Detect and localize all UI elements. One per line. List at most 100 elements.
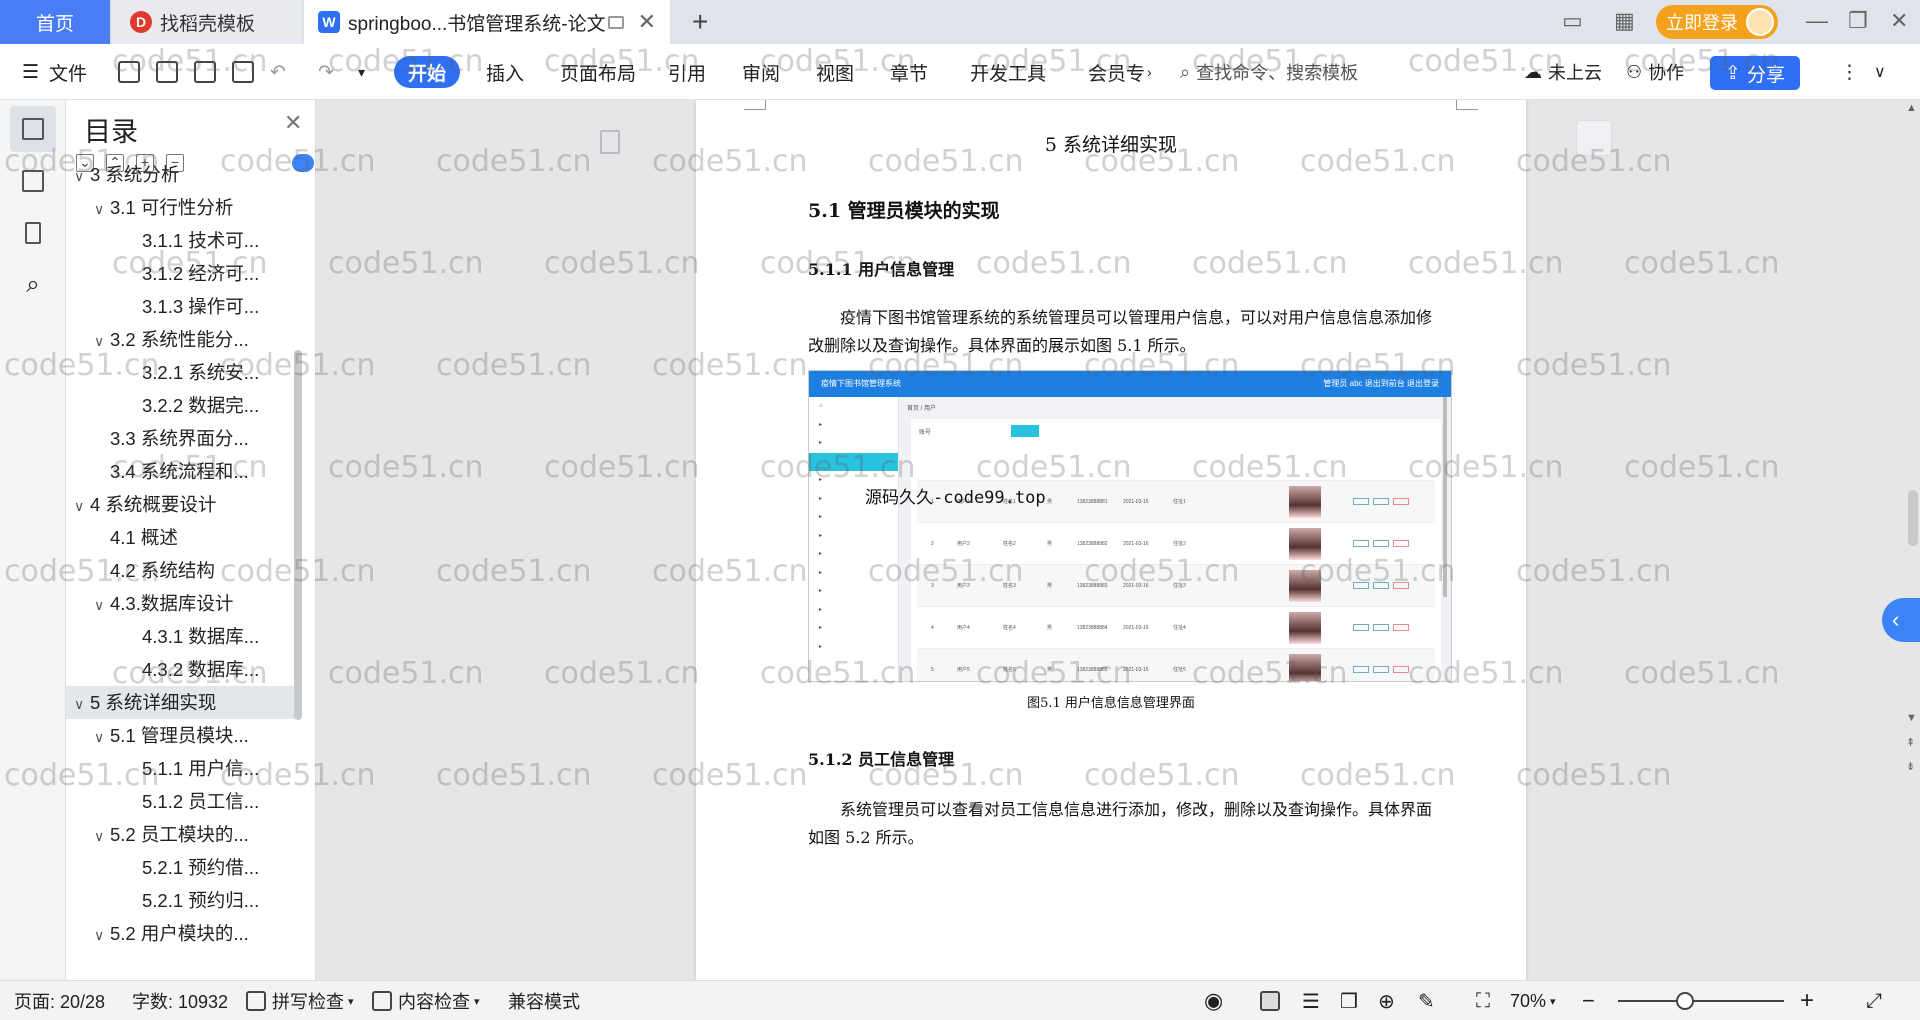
screen-icon[interactable] — [608, 15, 624, 29]
chevron-down-icon[interactable]: ∨ — [94, 820, 110, 853]
toc-item[interactable]: 5.2.1 预约借... — [66, 851, 298, 884]
navigation-button[interactable] — [10, 158, 56, 204]
content-check-button[interactable]: 内容检查 ▾ — [372, 981, 480, 1020]
cloud-status[interactable]: ☁ 未上云 — [1524, 44, 1602, 100]
chevron-down-icon[interactable]: ∨ — [94, 589, 110, 622]
file-menu[interactable]: ☰ 文件 — [22, 44, 87, 100]
spell-check-button[interactable]: 拼写检查 ▾ — [246, 981, 354, 1020]
toc-item[interactable]: 3.1.3 操作可... — [66, 290, 298, 323]
page-down-icon[interactable]: ⇟ — [1906, 760, 1915, 773]
word-count[interactable]: 字数: 10932 — [132, 981, 228, 1020]
scroll-down-icon[interactable]: ▼ — [1906, 712, 1917, 724]
page-count[interactable]: 页面: 20/28 — [14, 981, 105, 1020]
minimize-icon[interactable]: — — [1806, 8, 1828, 34]
scroll-thumb[interactable] — [1908, 490, 1918, 546]
toc-item[interactable]: ∨ 5 系统详细实现 — [66, 686, 298, 719]
toc-item[interactable]: ∨ 4 系统概要设计 — [66, 488, 298, 521]
tab-member[interactable]: 会员专 › — [1088, 44, 1152, 100]
toc-panel-button[interactable] — [10, 106, 56, 152]
zoom-slider-track[interactable] — [1618, 1000, 1784, 1002]
close-tab-icon[interactable]: ✕ — [638, 9, 656, 35]
quick-access-dropdown-icon[interactable]: ▾ — [358, 44, 365, 100]
redo-icon[interactable]: ↷ — [318, 44, 334, 100]
toc-item[interactable]: 4.3.1 数据库... — [66, 620, 298, 653]
search-input[interactable]: 查找命令、搜索模板 — [1196, 59, 1358, 85]
save-icon[interactable] — [118, 61, 140, 83]
toc-item[interactable]: 3.3 系统界面分... — [66, 422, 298, 455]
undo-icon[interactable]: ↶ — [270, 44, 286, 100]
tab-start[interactable]: 开始 — [394, 56, 460, 88]
toc-item[interactable]: 4.1 概述 — [66, 521, 298, 554]
toc-item[interactable]: 4.3.2 数据库... — [66, 653, 298, 686]
chevron-down-icon[interactable]: ∨ — [94, 721, 110, 754]
print-preview-icon[interactable] — [232, 61, 254, 83]
collaborate-button[interactable]: ⚇ 协作 — [1626, 44, 1684, 100]
chevron-down-icon[interactable]: ∨ — [94, 193, 110, 226]
tab-document[interactable]: W springboo...书馆管理系统-论文 ✕ — [304, 0, 670, 44]
bookmark-button[interactable] — [10, 210, 56, 256]
close-icon[interactable]: ✕ — [284, 110, 302, 136]
reading-mode-icon[interactable]: ▭ — [1562, 8, 1583, 34]
filter-icon[interactable] — [1576, 120, 1612, 156]
tab-view[interactable]: 视图 — [816, 44, 854, 100]
toc-item[interactable]: 5.1.1 用户信... — [66, 752, 298, 785]
outline-view-icon[interactable]: ☰ — [1302, 981, 1320, 1020]
tab-home[interactable]: 首页 — [0, 0, 110, 44]
toc-item[interactable]: 3.2.1 系统安... — [66, 356, 298, 389]
export-icon[interactable] — [156, 61, 178, 83]
page-up-icon[interactable]: ⇞ — [1906, 736, 1915, 749]
toc-scrollbar[interactable] — [294, 350, 302, 720]
toc-item[interactable]: ∨ 3.2 系统性能分... — [66, 323, 298, 356]
zoom-in-button[interactable]: + — [1800, 981, 1814, 1020]
toc-item[interactable]: 4.2 系统结构 — [66, 554, 298, 587]
chevron-down-icon[interactable]: ∨ — [74, 688, 90, 721]
toc-item[interactable]: 5.2.1 预约归... — [66, 884, 298, 917]
tab-developer[interactable]: 开发工具 — [970, 44, 1046, 100]
tab-insert[interactable]: 插入 — [486, 44, 524, 100]
document-menu-icon[interactable] — [600, 130, 620, 154]
toc-item[interactable]: ∨ 4.3.数据库设计 — [66, 587, 298, 620]
toc-item[interactable]: 3.1.2 经济可... — [66, 257, 298, 290]
more-icon[interactable]: ⋮ — [1840, 44, 1859, 100]
scroll-up-icon[interactable]: ▲ — [1906, 102, 1917, 114]
grid-apps-icon[interactable]: ▦ — [1614, 8, 1635, 34]
chevron-down-icon[interactable]: ∨ — [94, 325, 110, 358]
toc-item[interactable]: 3.2.2 数据完... — [66, 389, 298, 422]
zoom-out-button[interactable]: − — [1582, 981, 1595, 1020]
tab-docer-templates[interactable]: D 找稻壳模板 — [112, 0, 302, 44]
toc-item[interactable]: ∨ 5.2 员工模块的... — [66, 818, 298, 851]
tab-page-layout[interactable]: 页面布局 — [560, 44, 636, 100]
find-button[interactable]: ⌕ — [10, 262, 56, 308]
chevron-down-icon[interactable]: ∨ — [94, 919, 110, 952]
zoom-level[interactable]: 70% ▾ — [1510, 981, 1556, 1020]
toc-item[interactable]: 3.4 系统流程和... — [66, 455, 298, 488]
writing-mode-icon[interactable]: ✎ — [1418, 981, 1435, 1020]
tab-review[interactable]: 审阅 — [742, 44, 780, 100]
command-search[interactable]: ⌕ 查找命令、搜索模板 — [1180, 44, 1358, 100]
toc-item[interactable]: 5.1.2 员工信... — [66, 785, 298, 818]
fullscreen-icon[interactable]: ⤢ — [1866, 981, 1882, 1020]
new-tab-button[interactable]: + — [692, 6, 708, 38]
chevron-down-icon[interactable]: ∨ — [74, 160, 90, 193]
toc-item[interactable]: ∨ 3 系统分析 — [66, 158, 298, 191]
restore-icon[interactable]: ❐ — [1848, 8, 1868, 34]
tab-chapter[interactable]: 章节 — [890, 44, 928, 100]
share-button[interactable]: ⇪ 分享 — [1710, 56, 1800, 90]
chevron-down-icon[interactable]: ∨ — [74, 490, 90, 523]
web-view-icon[interactable]: ⊕ — [1378, 981, 1395, 1020]
zoom-slider-handle[interactable] — [1676, 992, 1694, 1010]
fit-page-icon[interactable]: ⛶ — [1476, 981, 1490, 1020]
toc-item[interactable]: ∨ 5.1 管理员模块... — [66, 719, 298, 752]
window-close-icon[interactable]: ✕ — [1890, 8, 1908, 34]
toc-item[interactable]: ∨ 5.2 用户模块的... — [66, 917, 298, 950]
page-view-button[interactable] — [1260, 981, 1286, 1020]
document-page[interactable]: 5 系统详细实现 5.1 管理员模块的实现 5.1.1 用户信息管理 疫情下图书… — [696, 100, 1526, 980]
toc-item[interactable]: ∨ 3.1 可行性分析 — [66, 191, 298, 224]
login-button[interactable]: 立即登录 — [1656, 5, 1778, 39]
eye-protection-icon[interactable]: ◉ — [1204, 981, 1223, 1020]
vertical-scrollbar[interactable]: ▲ ▼ ⇞ ⇟ — [1904, 100, 1920, 980]
tab-references[interactable]: 引用 — [668, 44, 706, 100]
collapse-ribbon-icon[interactable]: ∨ — [1874, 44, 1886, 100]
toc-item[interactable]: 3.1.1 技术可... — [66, 224, 298, 257]
reading-view-icon[interactable]: ❒ — [1340, 981, 1358, 1020]
